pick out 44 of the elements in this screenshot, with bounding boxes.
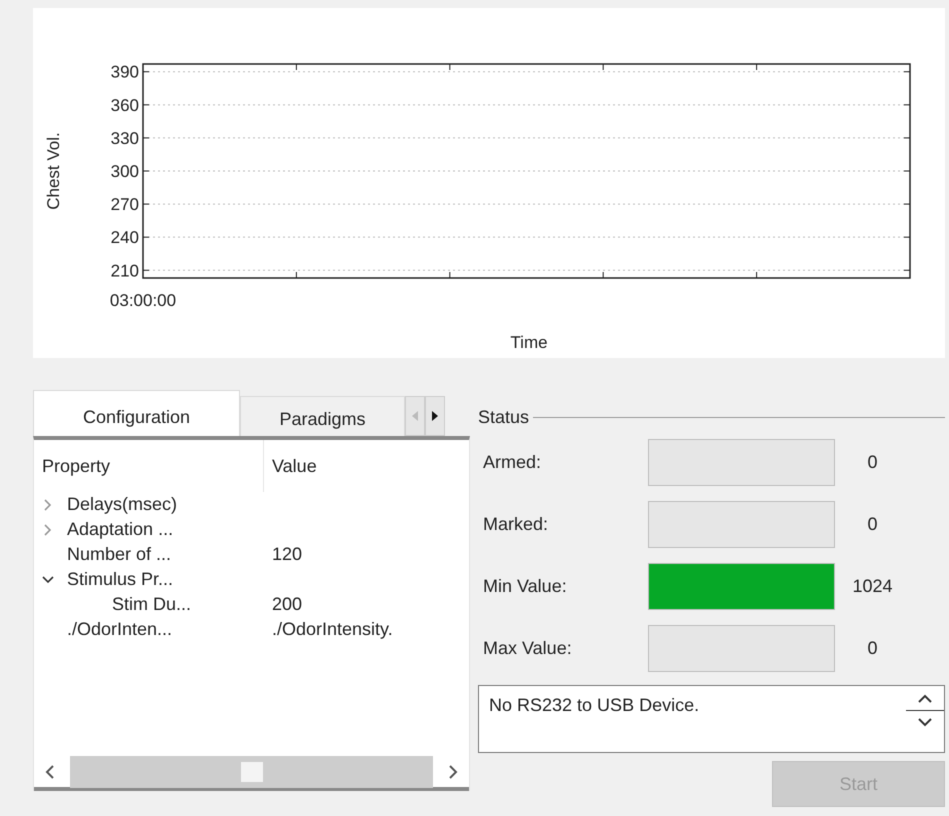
y-tick-label: 360: [110, 96, 139, 115]
status-label: Marked:: [482, 512, 550, 536]
y-tick-label: 330: [110, 128, 139, 148]
group-title: Status: [478, 406, 530, 429]
expand-icon[interactable]: [42, 524, 54, 536]
status-value: 0: [866, 636, 878, 660]
y-tick-label: 300: [110, 162, 139, 181]
x-axis-label: Time: [510, 333, 548, 352]
spin-up-icon[interactable]: [917, 692, 933, 704]
message-text: No RS232 to USB Device.: [489, 694, 700, 717]
expand-icon[interactable]: [42, 498, 54, 510]
status-label: Max Value:: [482, 636, 573, 660]
y-tick-label: 270: [110, 195, 139, 214]
x-tick-label: 03:00:00: [110, 291, 176, 310]
status-value: 0: [866, 512, 878, 536]
y-tick-label: 240: [110, 228, 139, 248]
status-value: 0: [866, 450, 878, 474]
property-name: Stim Du...: [112, 593, 192, 616]
property-name: ./OdorInten...: [67, 618, 172, 641]
status-label: Armed:: [482, 450, 542, 474]
property-name: Stimulus Pr...: [67, 568, 174, 591]
y-tick-label: 210: [110, 261, 139, 280]
right-arrow-icon: [431, 410, 439, 422]
property-name: Delays(msec): [67, 493, 178, 516]
property-name: Number of ...: [67, 543, 172, 566]
status-label: Min Value:: [482, 574, 568, 598]
left-arrow-icon: [411, 410, 419, 422]
spin-down-icon[interactable]: [917, 717, 933, 729]
property-name: Adaptation ...: [67, 518, 174, 541]
scroll-left-icon[interactable]: [44, 764, 56, 780]
property-value: 200: [271, 593, 302, 616]
column-header[interactable]: Value: [264, 452, 317, 480]
property-value: ./OdorIntensity.: [271, 618, 393, 641]
y-axis-label: Chest Vol.: [44, 132, 63, 210]
tab[interactable]: Configuration: [33, 390, 240, 436]
scroll-right-button[interactable]: [425, 396, 445, 436]
column-header[interactable]: Property: [34, 440, 264, 492]
tab[interactable]: Paradigms: [240, 396, 405, 436]
property-value: 120: [271, 543, 302, 566]
scroll-right-icon[interactable]: [447, 764, 459, 780]
status-value: 1024: [851, 574, 894, 598]
scrollbar-thumb[interactable]: [240, 762, 262, 782]
y-tick-label: 390: [110, 62, 139, 82]
collapse-icon[interactable]: [42, 574, 54, 586]
